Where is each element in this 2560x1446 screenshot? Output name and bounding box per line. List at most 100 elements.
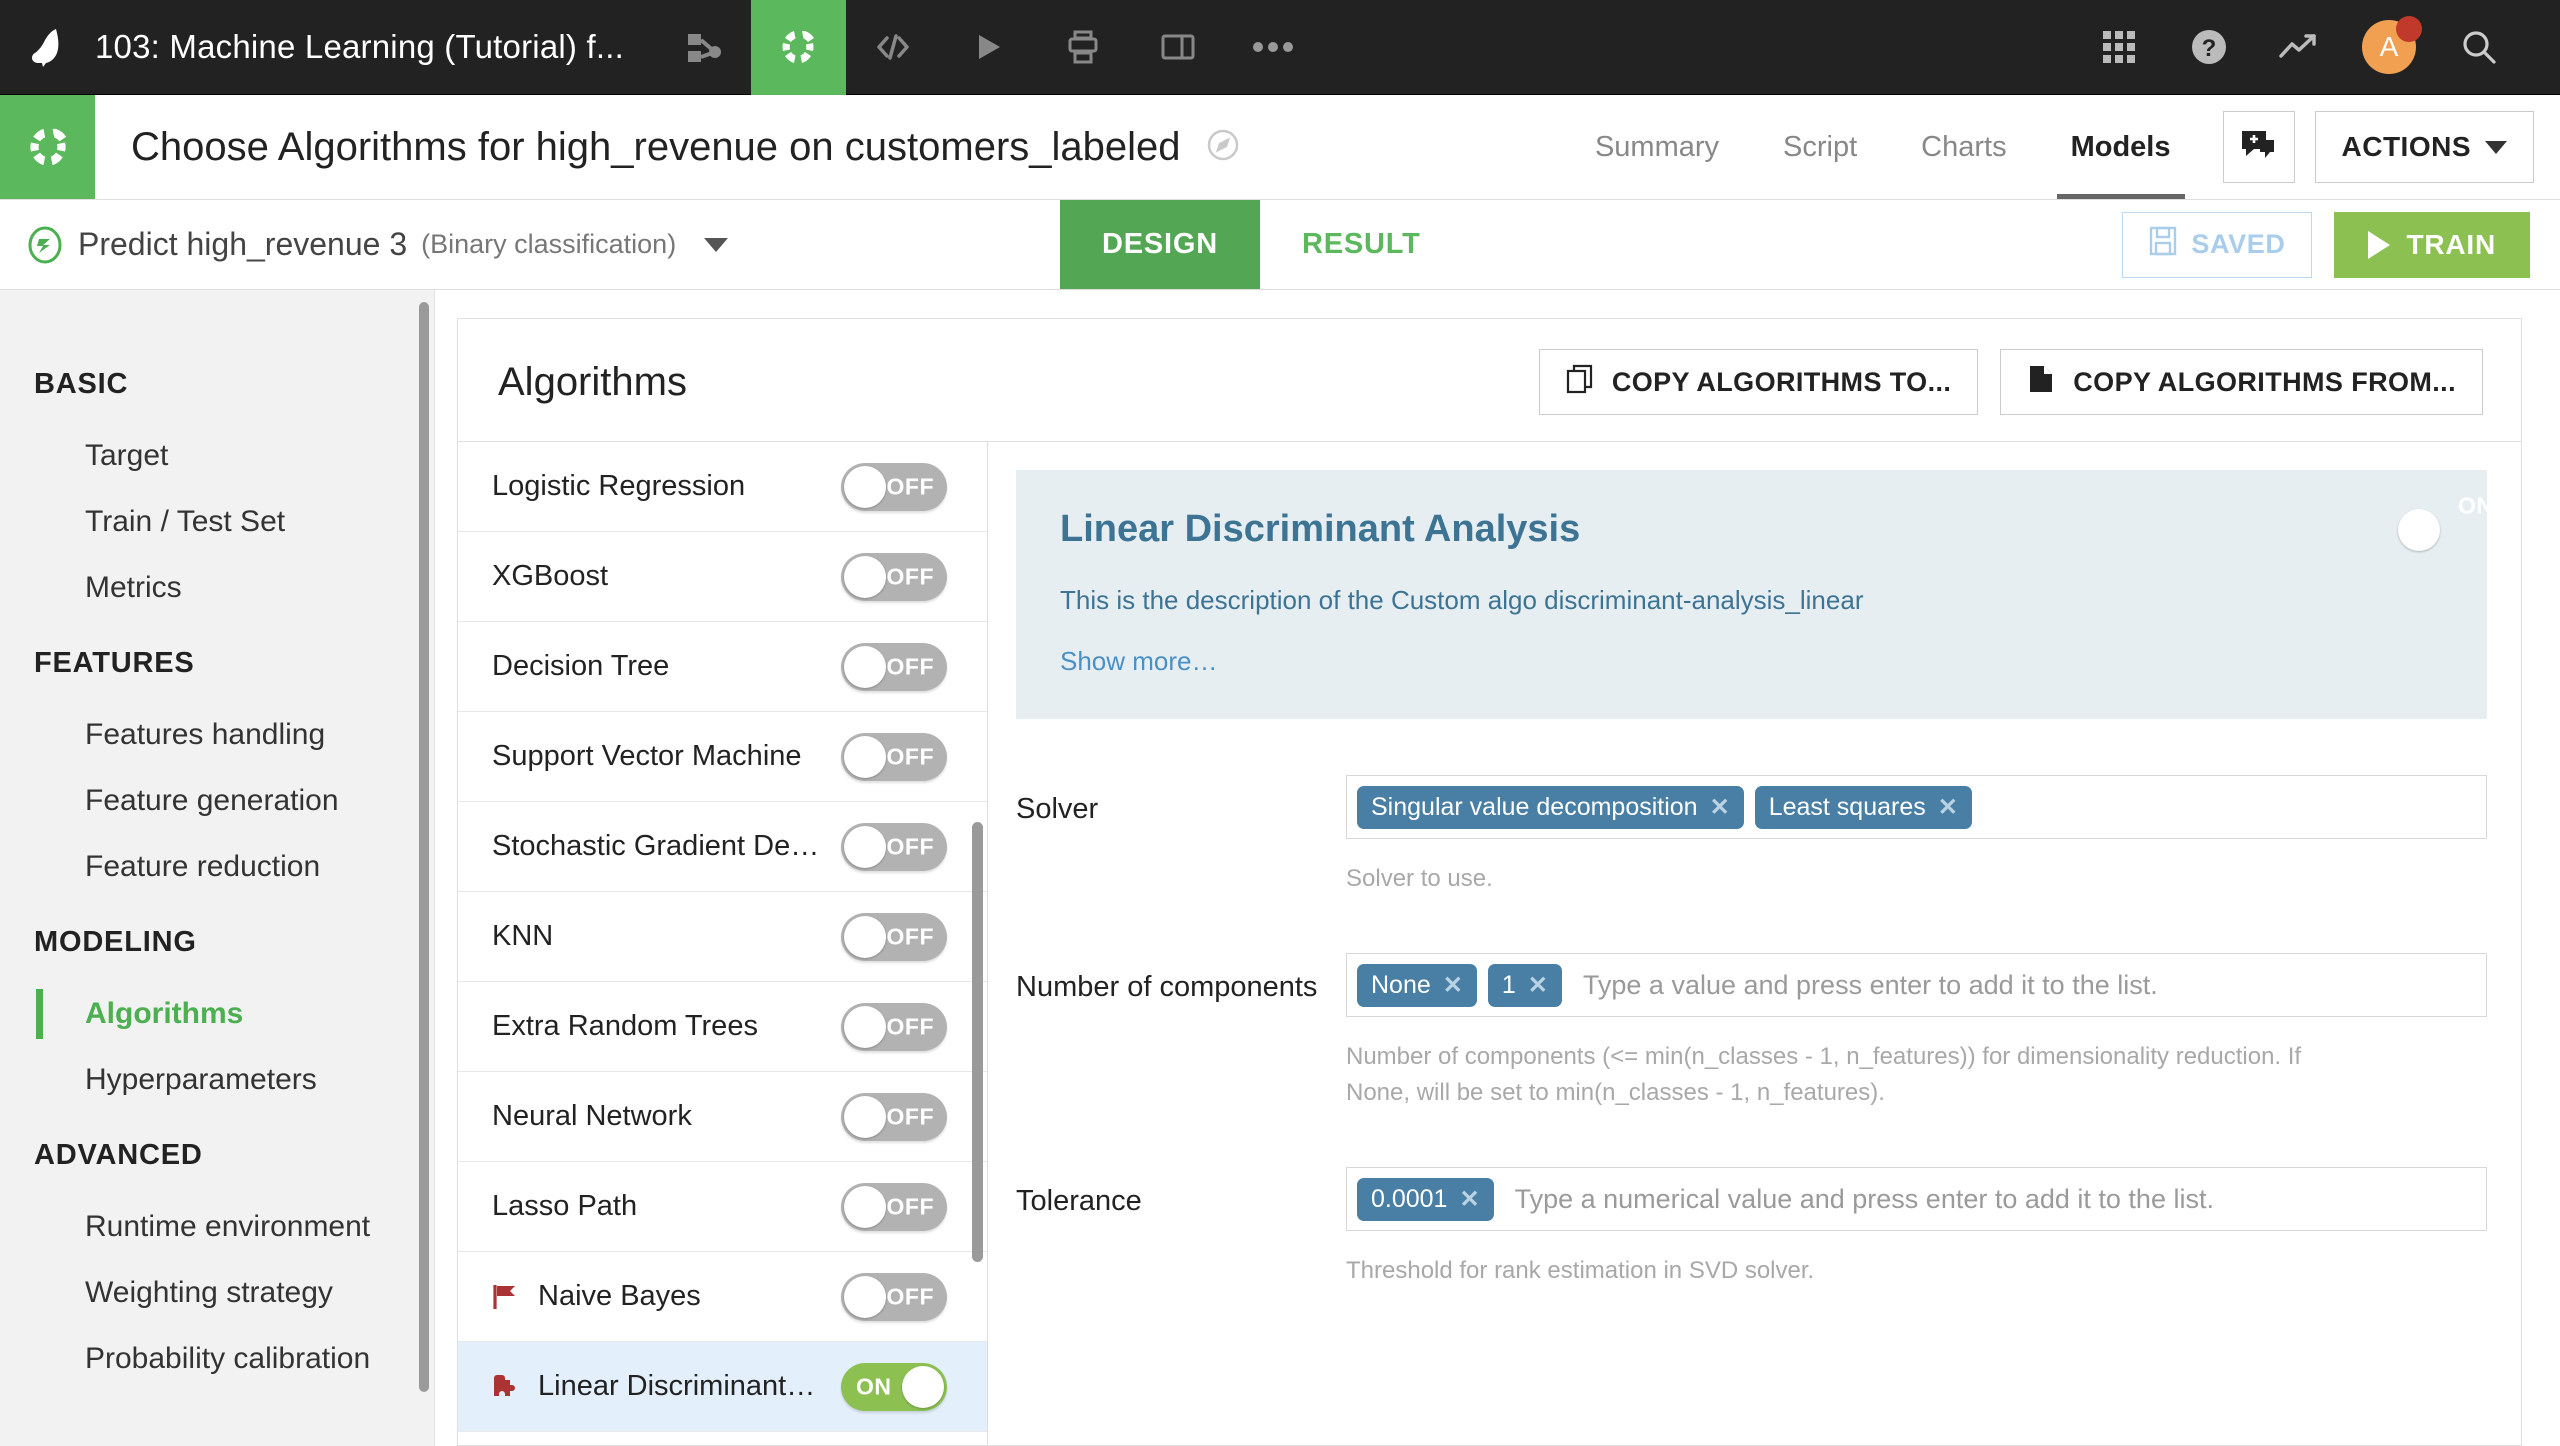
top-navigation-bar: 103: Machine Learning (Tutorial) f... ? …	[0, 0, 2560, 95]
sidebar-item-hyperparameters[interactable]: Hyperparameters	[0, 1047, 434, 1113]
flow-icon[interactable]	[656, 0, 751, 95]
run-icon[interactable]	[941, 0, 1036, 95]
algorithm-row-neural-network[interactable]: Neural Network OFF	[458, 1072, 987, 1162]
algorithm-toggle[interactable]: OFF	[841, 1182, 947, 1231]
algorithms-card-body: Logistic Regression OFF XGBoost OFF Deci…	[458, 441, 2521, 1445]
token-item[interactable]: Least squares ✕	[1754, 785, 1972, 829]
saved-label: SAVED	[2191, 229, 2286, 259]
sidebar-item-algorithms[interactable]: Algorithms	[0, 981, 434, 1047]
saved-button: SAVED	[2122, 211, 2313, 278]
code-icon[interactable]	[846, 0, 941, 95]
token-item[interactable]: None ✕	[1357, 963, 1477, 1007]
algorithm-list-scrollbar[interactable]	[972, 822, 983, 1262]
algorithm-toggle[interactable]: OFF	[841, 822, 947, 871]
avatar[interactable]: A	[2344, 0, 2434, 95]
algorithm-toggle[interactable]: OFF	[841, 1272, 947, 1321]
tab-design[interactable]: DESIGN	[1060, 200, 1260, 289]
sidebar-item-probability-calibration[interactable]: Probability calibration	[0, 1326, 434, 1392]
sidebar-item-feature-reduction[interactable]: Feature reduction	[0, 834, 434, 900]
token-item[interactable]: 1 ✕	[1487, 963, 1562, 1007]
print-icon[interactable]	[1036, 0, 1131, 95]
sidebar-scrollbar[interactable]	[419, 302, 429, 1392]
tab-models[interactable]: Models	[2039, 95, 2203, 199]
algorithm-row-naive-bayes[interactable]: Naive Bayes OFF	[458, 1252, 987, 1342]
discussion-add-icon[interactable]	[2222, 111, 2295, 183]
algorithm-toggle[interactable]: OFF	[841, 912, 947, 961]
algorithm-detail-banner: Linear Discriminant Analysis ON This is …	[1016, 470, 2493, 719]
flag-icon	[492, 1283, 522, 1311]
number-of-components-token-input[interactable]: None ✕ 1 ✕ Type a value and press enter to…	[1346, 953, 2487, 1017]
algorithm-label: Naive Bayes	[538, 1280, 701, 1312]
chevron-down-icon[interactable]	[704, 237, 729, 252]
copy-from-label: COPY ALGORITHMS FROM...	[2073, 366, 2456, 397]
algorithm-toggle[interactable]: OFF	[841, 552, 947, 601]
field-label-tolerance: Tolerance	[1016, 1185, 1142, 1217]
apps-grid-icon[interactable]	[2074, 0, 2164, 95]
toggle-state-label: ON	[2458, 492, 2494, 519]
toggle-knob	[844, 825, 886, 868]
algorithm-row-knn[interactable]: KNN OFF	[458, 892, 987, 982]
tab-script[interactable]: Script	[1751, 95, 1889, 199]
actions-button[interactable]: ACTIONS	[2314, 111, 2534, 183]
algorithm-detail-title: Linear Discriminant Analysis	[1060, 508, 1581, 550]
field-main-solver: Singular value decomposition ✕ Least squa…	[1346, 775, 2487, 897]
algorithms-card-header: Algorithms COPY ALGORITHMS TO... COPY AL…	[458, 319, 2521, 441]
algorithm-row-support-vector-machine[interactable]: Support Vector Machine OFF	[458, 712, 987, 802]
algorithm-row-partial[interactable]: OFF	[458, 1432, 987, 1445]
algorithm-row-xgboost[interactable]: XGBoost OFF	[458, 532, 987, 622]
tab-charts[interactable]: Charts	[1889, 95, 2038, 199]
algorithm-toggle[interactable]: OFF	[841, 642, 947, 691]
token-remove-icon[interactable]: ✕	[1528, 971, 1548, 1000]
sidebar-item-metrics[interactable]: Metrics	[0, 555, 434, 621]
token-remove-icon[interactable]: ✕	[1459, 1185, 1479, 1214]
algorithm-row-logistic-regression[interactable]: Logistic Regression OFF	[458, 442, 987, 532]
sidebar-item-train-test-set[interactable]: Train / Test Set	[0, 489, 434, 555]
algorithm-row-extra-random-trees[interactable]: Extra Random Trees OFF	[458, 982, 987, 1072]
copy-algorithms-from-button[interactable]: COPY ALGORITHMS FROM...	[2000, 349, 2483, 415]
algorithm-toggle[interactable]: OFF	[841, 1002, 947, 1051]
token-remove-icon[interactable]: ✕	[1710, 793, 1730, 822]
algorithm-row-linear-discriminant-analysis[interactable]: Linear Discriminant… ON	[458, 1342, 987, 1432]
dataiku-bird-logo[interactable]	[0, 0, 95, 95]
sidebar-item-feature-generation[interactable]: Feature generation	[0, 768, 434, 834]
settings-sidebar: BASIC Target Train / Test Set Metrics FE…	[0, 290, 435, 1446]
token-item[interactable]: Singular value decomposition ✕	[1357, 785, 1744, 829]
sidebar-item-weighting-strategy[interactable]: Weighting strategy	[0, 1260, 434, 1326]
algorithm-toggle[interactable]: OFF	[841, 1092, 947, 1141]
number-of-components-placeholder: Type a value and press enter to add it t…	[1582, 969, 2158, 1000]
project-title[interactable]: 103: Machine Learning (Tutorial) f...	[95, 28, 624, 66]
token-item[interactable]: 0.0001 ✕	[1357, 1177, 1494, 1221]
sidebar-item-runtime-environment[interactable]: Runtime environment	[0, 1194, 434, 1260]
tab-result[interactable]: RESULT	[1260, 200, 1463, 289]
sidebar-item-target[interactable]: Target	[0, 423, 434, 489]
train-button[interactable]: TRAIN	[2334, 211, 2530, 278]
lab-icon[interactable]	[750, 0, 846, 95]
tab-summary[interactable]: Summary	[1563, 95, 1751, 199]
content-area: Algorithms COPY ALGORITHMS TO... COPY AL…	[435, 290, 2560, 1446]
token-remove-icon[interactable]: ✕	[1938, 793, 1958, 822]
solver-token-input[interactable]: Singular value decomposition ✕ Least squa…	[1346, 775, 2487, 839]
model-selector[interactable]: Predict high_revenue 3 (Binary classific…	[0, 200, 1060, 289]
copy-algorithms-to-button[interactable]: COPY ALGORITHMS TO...	[1538, 349, 1979, 415]
algorithm-label: XGBoost	[492, 560, 609, 592]
search-icon[interactable]	[2434, 0, 2524, 95]
toggle-knob	[902, 1365, 944, 1408]
dashboard-icon[interactable]	[1131, 0, 1226, 95]
trending-icon[interactable]	[2254, 0, 2344, 95]
token-remove-icon[interactable]: ✕	[1443, 971, 1463, 1000]
topnav-right-group: ? A	[2074, 0, 2560, 95]
algorithm-row-decision-tree[interactable]: Decision Tree OFF	[458, 622, 987, 712]
algorithm-toggle[interactable]: OFF	[841, 462, 947, 511]
compass-icon[interactable]	[1205, 127, 1241, 168]
more-icon[interactable]	[1226, 0, 1321, 95]
sidebar-item-features-handling[interactable]: Features handling	[0, 702, 434, 768]
algorithm-toggle[interactable]: OFF	[841, 732, 947, 781]
tolerance-token-input[interactable]: 0.0001 ✕ Type a numerical value and press…	[1346, 1167, 2487, 1231]
show-more-link[interactable]: Show more…	[1060, 646, 2443, 677]
algorithm-toggle[interactable]: ON	[841, 1362, 947, 1411]
toggle-state-label: OFF	[886, 923, 934, 949]
algorithm-row-stochastic-gradient-descent[interactable]: Stochastic Gradient De… OFF	[458, 802, 987, 892]
field-help-tolerance: Threshold for rank estimation in SVD sol…	[1346, 1257, 1815, 1284]
algorithm-row-lasso-path[interactable]: Lasso Path OFF	[458, 1162, 987, 1252]
help-icon[interactable]: ?	[2164, 0, 2254, 95]
